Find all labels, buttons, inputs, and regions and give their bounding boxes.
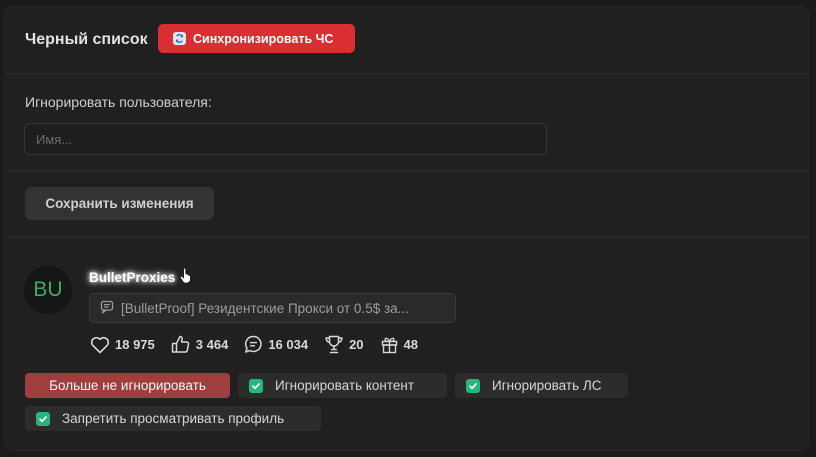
thumbs-stat: 3 464 (171, 335, 229, 354)
sync-button-label: Синхронизировать ЧС (193, 31, 334, 46)
username-link[interactable]: BulletProxies (89, 268, 191, 286)
divider (5, 73, 808, 74)
username-text: BulletProxies (89, 269, 176, 285)
checkmark-icon (466, 378, 480, 393)
checkmark-icon (36, 411, 50, 426)
thread-title: [BulletProof] Резидентские Прокси от 0.5… (121, 300, 409, 316)
trophy-icon (324, 335, 344, 354)
likes-count: 18 975 (115, 337, 155, 352)
messages-count: 16 034 (268, 337, 309, 352)
blacklist-panel: Черный список Синхронизировать ЧС Игнори… (4, 6, 809, 451)
messages-stat: 16 034 (244, 335, 308, 354)
thumbs-count: 3 464 (195, 337, 229, 352)
thumbs-up-icon (171, 335, 191, 354)
thread-link[interactable]: [BulletProof] Резидентские Прокси от 0.5… (89, 293, 456, 323)
sync-icon (173, 32, 186, 45)
checkmark-icon (249, 378, 263, 393)
ignore-user-label: Игнорировать пользователя: (25, 94, 212, 110)
username-input[interactable] (24, 123, 547, 155)
block-profile-label: Запретить просматривать профиль (62, 411, 285, 426)
trophies-count: 20 (349, 337, 364, 352)
user-stats: 18 975 3 464 16 034 20 48 (90, 335, 434, 354)
trophies-stat: 20 (324, 335, 364, 354)
ignore-pm-label: Игнорировать ЛС (492, 378, 602, 393)
gifts-stat: 48 (380, 335, 418, 354)
page-title: Черный список (25, 31, 148, 48)
divider (5, 171, 808, 172)
divider (5, 236, 808, 237)
likes-stat: 18 975 (90, 336, 155, 354)
ignore-pm-checkbox[interactable]: Игнорировать ЛС (455, 373, 628, 398)
ignore-content-label: Игнорировать контент (275, 378, 415, 393)
chat-bubble-icon (244, 335, 263, 354)
avatar[interactable]: BU (24, 266, 72, 314)
save-changes-button[interactable]: Сохранить изменения (25, 187, 214, 220)
heart-icon (90, 336, 110, 354)
gifts-count: 48 (403, 337, 419, 352)
sync-blacklist-button[interactable]: Синхронизировать ЧС (158, 24, 355, 53)
comment-icon (100, 300, 114, 317)
ignore-content-checkbox[interactable]: Игнорировать контент (238, 373, 447, 398)
unignore-button[interactable]: Больше не игнорировать (25, 373, 230, 398)
pointing-hand-icon (180, 268, 191, 286)
gift-icon (380, 335, 399, 354)
block-profile-checkbox[interactable]: Запретить просматривать профиль (25, 406, 321, 431)
